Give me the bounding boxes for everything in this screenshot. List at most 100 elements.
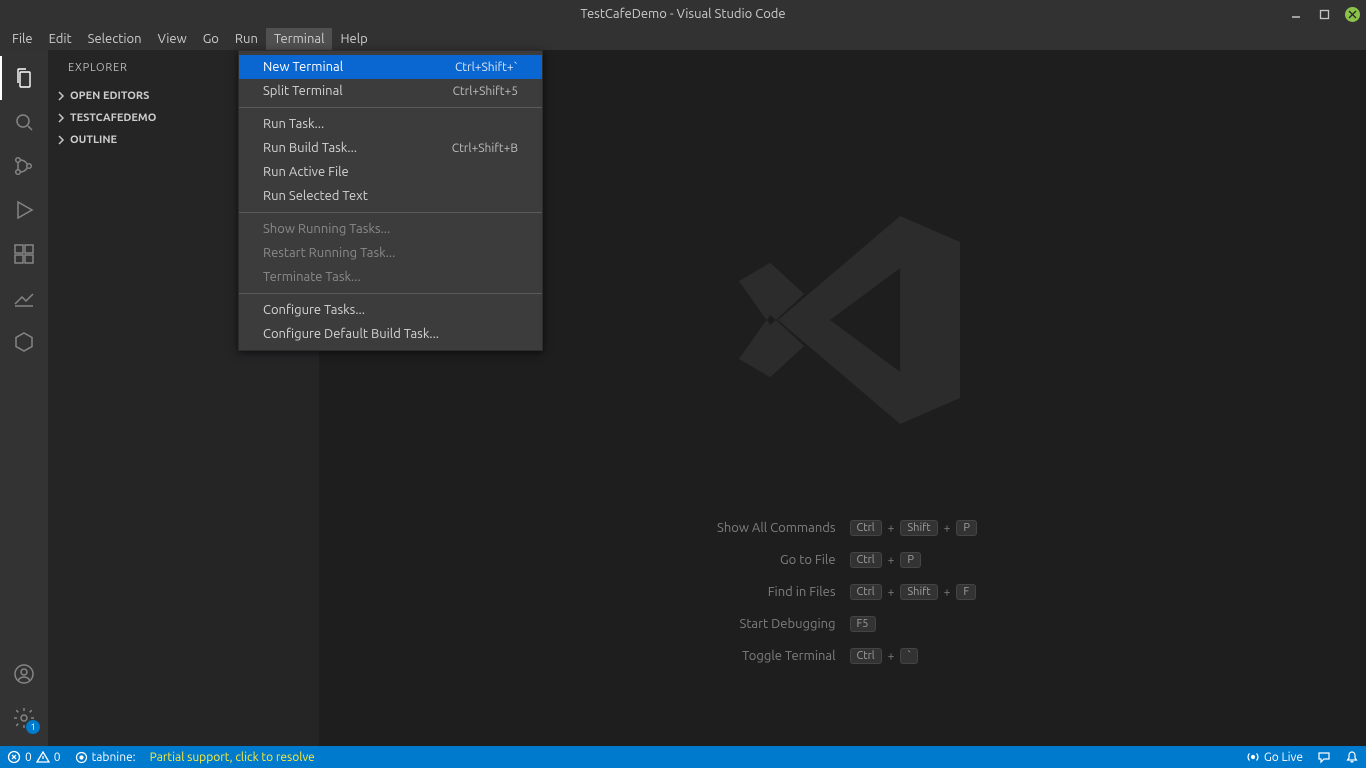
vscode-logo-icon [713,190,973,450]
activity-extensions[interactable] [0,232,48,276]
activity-search[interactable] [0,100,48,144]
key-cap: P [956,520,977,536]
tabnine-label: tabnine: [92,751,136,764]
menu-item-run-selected-text[interactable]: Run Selected Text [239,184,542,208]
shortcut-row: Find in Files Ctrl + Shift + F [563,584,1123,600]
menu-selection[interactable]: Selection [80,28,150,50]
menu-separator [239,107,542,108]
key-cap: Ctrl [850,520,882,536]
status-bell[interactable] [1338,746,1366,768]
maximize-button[interactable] [1317,7,1331,21]
menu-run[interactable]: Run [227,28,266,50]
activity-tabnine[interactable] [0,320,48,364]
window-controls [1289,0,1360,28]
key-cap: F5 [850,616,876,632]
status-tabnine[interactable]: tabnine: [68,746,143,768]
welcome-shortcuts: Show All CommandsCtrl+Shift+PGo to FileC… [563,520,1123,664]
menu-terminal[interactable]: Terminal [266,28,333,50]
chevron-right-icon [54,113,68,123]
menu-item-configure-default-build-task[interactable]: Configure Default Build Task... [239,322,542,346]
statusbar: 0 0 tabnine: Partial support, click to r… [0,746,1366,768]
warning-count: 0 [54,751,61,764]
menu-item-configure-tasks[interactable]: Configure Tasks... [239,298,542,322]
status-problems[interactable]: 0 0 [0,746,68,768]
plus-separator: + [944,522,951,535]
activity-accounts[interactable] [0,652,48,696]
error-count: 0 [25,751,32,764]
menu-item-label: Run Build Task... [263,141,357,155]
tabnine-msg-text: Partial support, click to resolve [150,751,315,764]
menu-item-label: Terminate Task... [263,270,361,284]
shortcut-label: Find in Files [566,585,836,599]
minimize-button[interactable] [1289,7,1303,21]
shortcut-keys: Ctrl + Shift + F [850,584,1120,600]
section-label: TESTCAFEDEMO [70,112,156,124]
key-cap: P [900,552,921,568]
menu-item-show-running-tasks: Show Running Tasks... [239,217,542,241]
activity-test[interactable] [0,276,48,320]
chevron-right-icon [54,91,68,101]
window-title: TestCafeDemo - Visual Studio Code [580,7,785,21]
titlebar: TestCafeDemo - Visual Studio Code [0,0,1366,28]
key-cap: Ctrl [850,648,882,664]
menu-item-shortcut: Ctrl+Shift+` [455,61,518,74]
menubar: File Edit Selection View Go Run Terminal… [0,28,1366,50]
feedback-icon [1317,750,1331,764]
menu-help[interactable]: Help [332,28,375,50]
shortcut-keys: Ctrl+Shift+P [850,520,1120,536]
menu-file[interactable]: File [4,28,41,50]
shortcut-label: Toggle Terminal [566,649,836,663]
section-label: OPEN EDITORS [70,90,149,102]
menu-item-run-active-file[interactable]: Run Active File [239,160,542,184]
menu-item-run-task[interactable]: Run Task... [239,112,542,136]
menu-item-label: Run Task... [263,117,324,131]
activity-explorer[interactable] [0,56,48,100]
shortcut-row: Start Debugging F5 [563,616,1123,632]
shortcut-label: Show All Commands [566,521,836,535]
menu-item-label: Configure Tasks... [263,303,365,317]
menu-item-run-build-task[interactable]: Run Build Task...Ctrl+Shift+B [239,136,542,160]
section-label: OUTLINE [70,134,117,146]
plus-separator: + [944,586,951,599]
shortcut-row: Show All CommandsCtrl+Shift+P [563,520,1123,536]
menu-separator [239,293,542,294]
menu-item-label: Configure Default Build Task... [263,327,439,341]
status-tabnine-msg[interactable]: Partial support, click to resolve [143,746,322,768]
status-golive[interactable]: Go Live [1239,746,1310,768]
terminal-context-menu: New TerminalCtrl+Shift+`Split TerminalCt… [238,50,543,351]
menu-item-label: Restart Running Task... [263,246,395,260]
menu-item-label: Show Running Tasks... [263,222,390,236]
warning-icon [36,750,50,764]
menu-item-split-terminal[interactable]: Split TerminalCtrl+Shift+5 [239,79,542,103]
activity-run-debug[interactable] [0,188,48,232]
menu-separator [239,212,542,213]
menu-item-new-terminal[interactable]: New TerminalCtrl+Shift+` [239,55,542,79]
bell-icon [1345,750,1359,764]
shortcut-keys: Ctrl+` [850,648,1120,664]
plus-separator: + [888,554,895,567]
key-cap: Shift [900,520,937,536]
shortcut-row: Go to FileCtrl+P [563,552,1123,568]
shortcut-keys: F5 [850,616,1120,632]
plus-separator: + [888,586,895,599]
activity-settings[interactable]: 1 [0,696,48,740]
chevron-right-icon [54,135,68,145]
menu-item-restart-running-task: Restart Running Task... [239,241,542,265]
key-cap: Ctrl [850,584,882,600]
menu-edit[interactable]: Edit [41,28,80,50]
menu-item-label: Split Terminal [263,84,343,98]
activity-source-control[interactable] [0,144,48,188]
shortcut-row: Toggle Terminal Ctrl+` [563,648,1123,664]
menu-item-label: Run Selected Text [263,189,368,203]
broadcast-icon [1246,750,1260,764]
status-feedback[interactable] [1310,746,1338,768]
menu-view[interactable]: View [150,28,195,50]
shortcut-label: Start Debugging [566,617,836,631]
close-button[interactable] [1345,7,1360,22]
menu-go[interactable]: Go [195,28,227,50]
shortcut-keys: Ctrl+P [850,552,1120,568]
key-cap: Shift [900,584,937,600]
key-cap: F [956,584,976,600]
activitybar: 1 [0,50,48,746]
key-cap: ` [900,648,918,664]
